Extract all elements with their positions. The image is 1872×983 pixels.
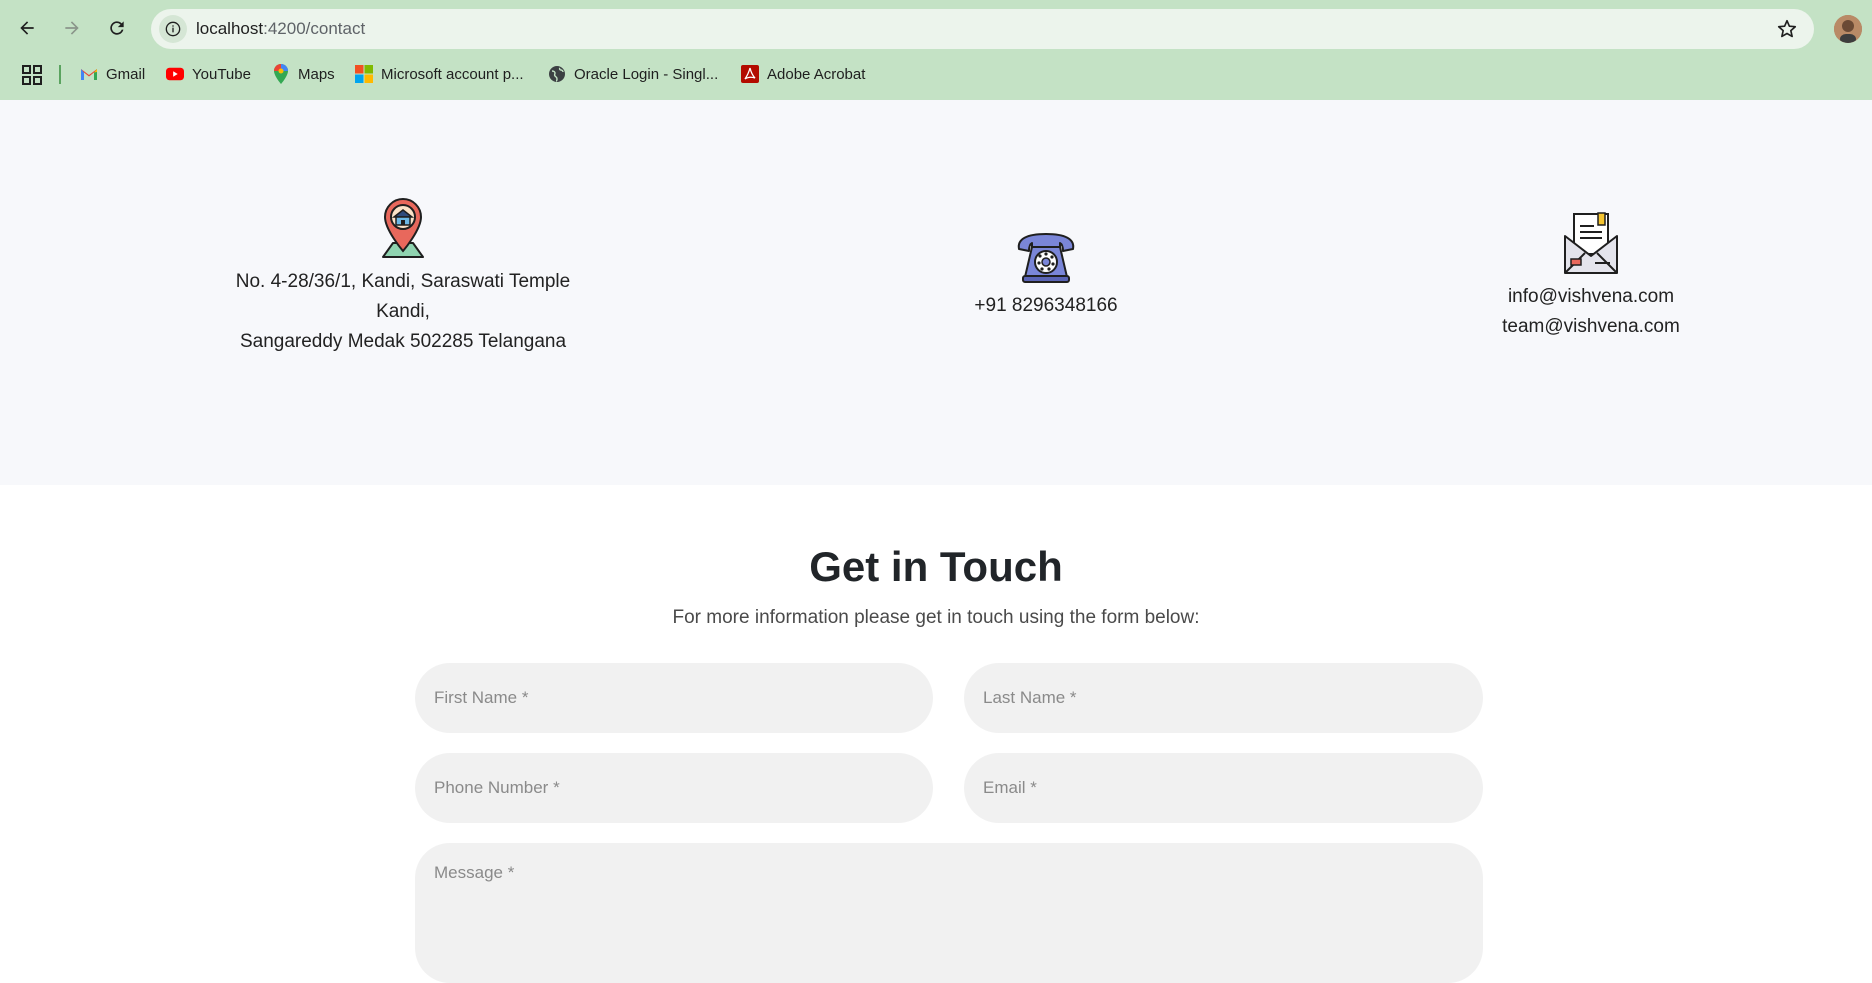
url-host: localhost — [196, 19, 264, 38]
site-info-icon[interactable] — [159, 15, 187, 43]
last-name-input[interactable] — [964, 663, 1483, 733]
telephone-icon — [1017, 233, 1075, 283]
bookmark-maps[interactable]: Maps — [272, 60, 335, 88]
address-line-1: No. 4-28/36/1, Kandi, Saraswati Temple — [235, 271, 571, 292]
address-block: No. 4-28/36/1, Kandi, Saraswati Temple K… — [203, 197, 603, 357]
forward-arrow-icon — [65, 21, 79, 35]
bookmark-microsoft[interactable]: Microsoft account p... — [355, 60, 524, 88]
contact-page: No. 4-28/36/1, Kandi, Saraswati Temple K… — [0, 100, 1872, 983]
reload-icon — [110, 21, 124, 35]
browser-toolbar: localhost:4200/contact — [0, 0, 1872, 56]
address-line-2: Kandi, — [376, 301, 430, 322]
bookmark-star-icon[interactable] — [1776, 18, 1798, 40]
bookmarks-bar: Gmail YouTube Maps Microsoft account p..… — [0, 56, 1872, 92]
email-input[interactable] — [964, 753, 1483, 823]
phone-number: +91 8296348166 — [974, 295, 1118, 316]
bookmark-label: Gmail — [106, 65, 146, 83]
youtube-icon — [166, 65, 184, 83]
browser-chrome: localhost:4200/contact Gmail YouTube Map… — [0, 0, 1872, 100]
forward-button[interactable] — [54, 10, 90, 46]
address-line-3: Sangareddy Medak 502285 Telangana — [239, 331, 567, 352]
get-in-touch-subtitle: For more information please get in touch… — [672, 607, 1200, 628]
bookmark-youtube[interactable]: YouTube — [166, 60, 251, 88]
globe-icon — [548, 65, 566, 83]
apps-grid-icon[interactable] — [22, 65, 42, 85]
url-text[interactable]: localhost:4200/contact — [196, 9, 365, 49]
location-pin-icon — [382, 197, 424, 258]
bookmark-oracle[interactable]: Oracle Login - Singl... — [548, 60, 718, 88]
bookmark-label: Microsoft account p... — [381, 65, 524, 83]
email-primary: info@vishvena.com — [1507, 286, 1675, 307]
reload-button[interactable] — [99, 10, 135, 46]
microsoft-icon — [355, 65, 373, 83]
get-in-touch-title: Get in Touch — [809, 543, 1063, 590]
bookmark-label: Maps — [298, 65, 335, 83]
acrobat-icon — [741, 65, 759, 83]
email-block: info@vishvena.com team@vishvena.com — [1441, 212, 1741, 342]
url-path: :4200/contact — [263, 19, 366, 38]
contact-info-section: No. 4-28/36/1, Kandi, Saraswati Temple K… — [0, 100, 1872, 485]
bookmark-label: YouTube — [192, 65, 251, 83]
gmail-icon — [80, 65, 98, 83]
maps-icon — [272, 64, 290, 84]
phone-block: +91 8296348166 — [896, 231, 1196, 321]
envelope-icon — [1564, 212, 1618, 274]
bookmarks-divider — [59, 65, 61, 84]
message-textarea[interactable] — [415, 843, 1483, 983]
bookmark-label: Adobe Acrobat — [767, 65, 866, 83]
profile-avatar[interactable] — [1834, 15, 1862, 43]
phone-number-input[interactable] — [415, 753, 933, 823]
back-arrow-icon — [20, 21, 34, 35]
bookmark-gmail[interactable]: Gmail — [80, 60, 145, 88]
back-button[interactable] — [9, 10, 45, 46]
address-bar[interactable]: localhost:4200/contact — [151, 9, 1814, 49]
first-name-input[interactable] — [415, 663, 933, 733]
bookmark-label: Oracle Login - Singl... — [574, 65, 719, 83]
bookmark-acrobat[interactable]: Adobe Acrobat — [741, 60, 865, 88]
email-secondary: team@vishvena.com — [1502, 316, 1680, 337]
